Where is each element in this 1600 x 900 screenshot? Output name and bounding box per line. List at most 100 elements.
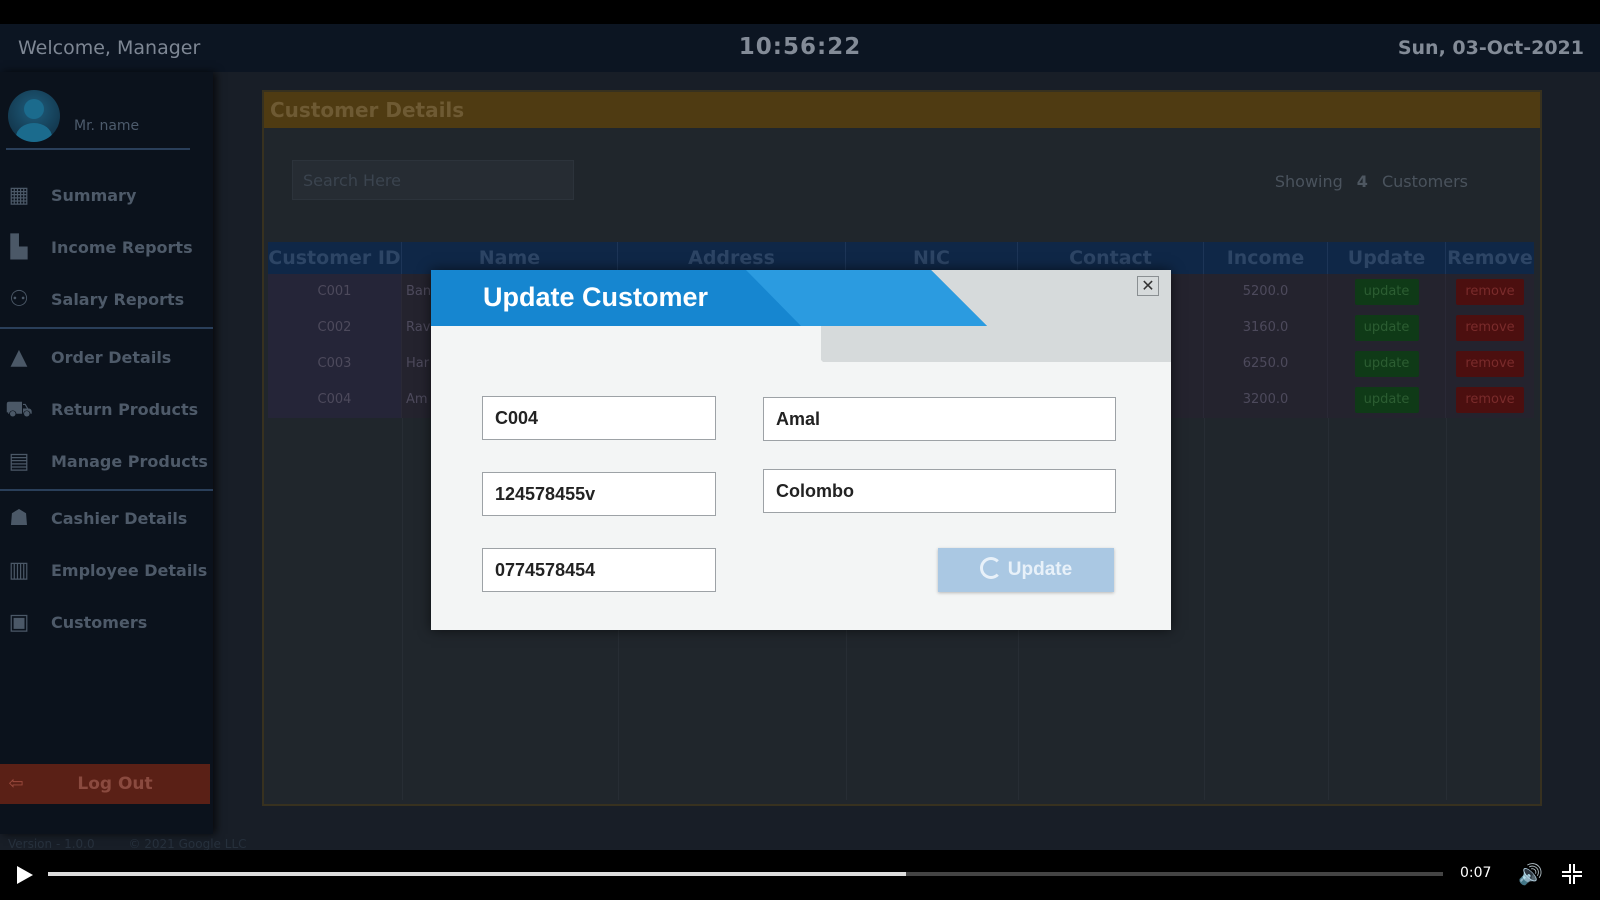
column-header[interactable]: Update	[1328, 242, 1446, 274]
contact-field[interactable]	[483, 549, 715, 591]
version-label: Version - 1.0.0	[8, 837, 95, 850]
search-box	[292, 160, 575, 200]
row-update-button[interactable]: update	[1354, 315, 1419, 341]
customers-icon: ▣	[8, 610, 30, 635]
update-customer-dialog: Update Customer ✕ Update	[431, 270, 1171, 630]
update-button[interactable]: Update	[938, 548, 1114, 592]
app-window: Welcome, Manager 10:56:22 Sun, 03-Oct-20…	[0, 24, 1600, 850]
showing-prefix: Showing	[1274, 172, 1343, 191]
employee-details-icon: ▥	[8, 558, 30, 583]
sidebar: Mr. name ▦ Summary ▙ Income Reports ⚇ Sa…	[0, 72, 213, 834]
refresh-icon	[979, 557, 1002, 579]
sidebar-item-label: Return Products	[51, 400, 199, 419]
update-cell: update	[1328, 274, 1446, 310]
play-icon[interactable]	[17, 866, 33, 884]
column-header[interactable]: Remove	[1446, 242, 1534, 274]
sidebar-item-employee-details[interactable]: ▥ Employee Details	[0, 551, 213, 591]
row-remove-button[interactable]: remove	[1456, 315, 1524, 341]
version-info: Version - 1.0.0 © 2021 Google LLC	[8, 837, 247, 850]
address-field[interactable]	[764, 470, 1115, 512]
panel-header: Customer Details	[264, 92, 1540, 128]
income-cell: 3200.0	[1204, 382, 1328, 418]
remove-cell: remove	[1446, 346, 1534, 382]
sidebar-item-label: Manage Products	[51, 452, 208, 471]
sidebar-item-salary-reports[interactable]: ⚇ Salary Reports	[0, 280, 213, 320]
customer-count: Showing 4 Customers	[1275, 172, 1468, 191]
customer-id-cell: C001	[268, 274, 402, 310]
nic-field-box	[482, 472, 716, 516]
cashier-details-icon: ☗	[9, 506, 29, 531]
sidebar-item-summary[interactable]: ▦ Summary	[0, 176, 213, 216]
remove-cell: remove	[1446, 274, 1534, 310]
sidebar-divider	[0, 489, 213, 491]
date-label: Sun, 03-Oct-2021	[1397, 37, 1584, 59]
search-input[interactable]	[293, 161, 575, 199]
row-update-button[interactable]: update	[1354, 279, 1419, 305]
seek-progress	[48, 872, 906, 876]
remove-cell: remove	[1446, 310, 1534, 346]
update-button-label: Update	[1007, 559, 1073, 580]
user-name: Mr. name	[74, 118, 140, 134]
sidebar-item-label: Summary	[51, 186, 137, 205]
row-update-button[interactable]: update	[1354, 351, 1419, 377]
top-bar: Welcome, Manager 10:56:22 Sun, 03-Oct-20…	[0, 24, 1600, 72]
income-cell: 6250.0	[1204, 346, 1328, 382]
fullscreen-exit-icon[interactable]	[1562, 864, 1582, 884]
summary-icon: ▦	[8, 183, 30, 208]
showing-count: 4	[1356, 172, 1368, 191]
column-header[interactable]: Customer ID	[268, 242, 402, 274]
sidebar-divider	[0, 327, 213, 329]
customer-id-cell: C004	[268, 382, 402, 418]
salary-reports-icon: ⚇	[9, 287, 29, 312]
column-header[interactable]: Income	[1204, 242, 1328, 274]
user-profile: Mr. name	[6, 90, 190, 150]
playback-time: 0:07	[1460, 865, 1492, 881]
sidebar-item-label: Salary Reports	[51, 290, 185, 309]
contact-field-box	[482, 548, 716, 592]
customer-id-cell: C003	[268, 346, 402, 382]
close-icon[interactable]: ✕	[1137, 276, 1159, 296]
customer-id-field[interactable]	[483, 397, 715, 439]
logout-button[interactable]: ⇦ Log Out	[0, 764, 210, 804]
income-reports-icon: ▙	[10, 235, 28, 260]
income-cell: 3160.0	[1204, 310, 1328, 346]
name-field[interactable]	[764, 398, 1115, 440]
nic-field[interactable]	[483, 473, 715, 515]
sidebar-item-customers[interactable]: ▣ Customers	[0, 603, 213, 643]
row-update-button[interactable]: update	[1354, 387, 1419, 413]
sidebar-item-cashier-details[interactable]: ☗ Cashier Details	[0, 499, 213, 539]
row-remove-button[interactable]: remove	[1456, 387, 1524, 413]
copyright-label: © 2021 Google LLC	[128, 837, 247, 850]
manage-products-icon: ▤	[8, 449, 30, 474]
address-field-box	[763, 469, 1116, 513]
logout-label: Log Out	[77, 774, 153, 794]
row-remove-button[interactable]: remove	[1456, 279, 1524, 305]
sidebar-item-label: Order Details	[51, 348, 172, 367]
update-cell: update	[1328, 382, 1446, 418]
volume-icon[interactable]: 🔊	[1518, 862, 1543, 886]
showing-suffix: Customers	[1381, 172, 1468, 191]
name-field-box	[763, 397, 1116, 441]
sidebar-item-label: Cashier Details	[51, 509, 188, 528]
clock: 10:56:22	[738, 34, 862, 60]
customer-id-cell: C002	[268, 310, 402, 346]
sidebar-item-income-reports[interactable]: ▙ Income Reports	[0, 228, 213, 268]
dialog-title: Update Customer	[483, 282, 709, 312]
remove-cell: remove	[1446, 382, 1534, 418]
update-cell: update	[1328, 346, 1446, 382]
sidebar-item-label: Customers	[51, 613, 148, 632]
sidebar-item-label: Employee Details	[51, 561, 208, 580]
panel-title: Customer Details	[270, 98, 465, 122]
sidebar-item-manage-products[interactable]: ▤ Manage Products	[0, 442, 213, 482]
avatar	[8, 90, 60, 142]
video-controls: 0:07 🔊	[0, 850, 1600, 900]
income-cell: 5200.0	[1204, 274, 1328, 310]
row-remove-button[interactable]: remove	[1456, 351, 1524, 377]
sidebar-item-return-products[interactable]: ⛟ Return Products	[0, 390, 213, 430]
return-products-icon: ⛟	[5, 397, 33, 422]
customer-id-field-box	[482, 396, 716, 440]
sidebar-item-label: Income Reports	[51, 238, 193, 257]
sidebar-item-order-details[interactable]: ▲ Order Details	[0, 338, 213, 378]
order-details-icon: ▲	[10, 345, 28, 370]
seek-bar[interactable]	[48, 872, 1443, 876]
